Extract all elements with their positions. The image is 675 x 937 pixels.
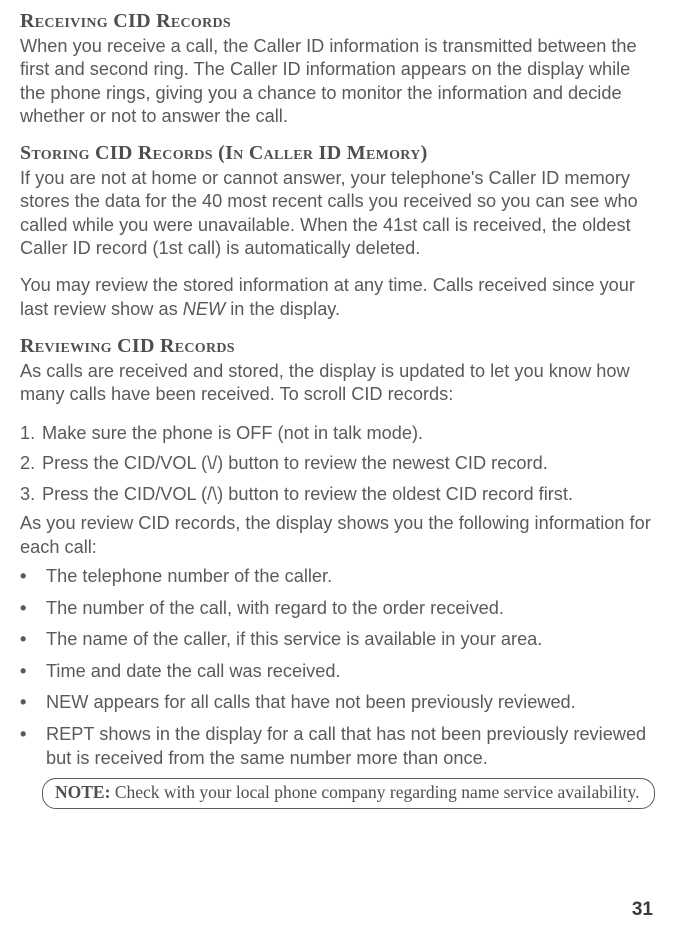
list-text: The telephone number of the caller. xyxy=(46,565,332,589)
para-reviewing-1: As calls are received and stored, the di… xyxy=(20,360,655,407)
list-item: • Time and date the call was received. xyxy=(20,660,655,684)
list-text: The name of the caller, if this service … xyxy=(46,628,542,652)
heading-storing: Storing CID Records (In Caller ID Memory… xyxy=(20,142,655,165)
heading-reviewing: Reviewing CID Records xyxy=(20,335,655,358)
list-item: • The telephone number of the caller. xyxy=(20,565,655,589)
list-number: 1. xyxy=(20,421,42,446)
para-reviewing-2: As you review CID records, the display s… xyxy=(20,512,655,559)
note-box: NOTE: Check with your local phone compan… xyxy=(42,778,655,809)
heading-receiving: Receiving CID Records xyxy=(20,10,655,33)
para-storing-2b: in the display. xyxy=(225,299,340,319)
para-receiving-1: When you receive a call, the Caller ID i… xyxy=(20,35,655,128)
list-item: 3. Press the CID/VOL (/\) button to revi… xyxy=(20,482,655,507)
para-storing-1: If you are not at home or cannot answer,… xyxy=(20,167,655,260)
bullet-icon: • xyxy=(20,565,46,589)
bullet-icon: • xyxy=(20,628,46,652)
list-text: The number of the call, with regard to t… xyxy=(46,597,504,621)
list-text: Press the CID/VOL (/\) button to review … xyxy=(42,482,573,507)
bullet-icon: • xyxy=(20,723,46,770)
page-content: Receiving CID Records When you receive a… xyxy=(0,0,675,829)
list-number: 2. xyxy=(20,451,42,476)
note-label: NOTE: xyxy=(55,782,110,802)
list-text: REPT shows in the display for a call tha… xyxy=(46,723,655,770)
list-item: • REPT shows in the display for a call t… xyxy=(20,723,655,770)
page-number: 31 xyxy=(632,899,653,921)
list-number: 3. xyxy=(20,482,42,507)
note-text: Check with your local phone company rega… xyxy=(110,782,639,802)
list-text: Time and date the call was received. xyxy=(46,660,341,684)
para-storing-2: You may review the stored information at… xyxy=(20,274,655,321)
bullet-icon: • xyxy=(20,691,46,715)
list-text: Make sure the phone is OFF (not in talk … xyxy=(42,421,423,446)
para-storing-2-italic: NEW xyxy=(183,299,225,319)
list-item: 2. Press the CID/VOL (\/) button to revi… xyxy=(20,451,655,476)
list-text: NEW appears for all calls that have not … xyxy=(46,691,576,715)
ordered-list: 1. Make sure the phone is OFF (not in ta… xyxy=(20,421,655,507)
list-item: • The name of the caller, if this servic… xyxy=(20,628,655,652)
bullet-icon: • xyxy=(20,597,46,621)
list-text: Press the CID/VOL (\/) button to review … xyxy=(42,451,548,476)
bullet-list: • The telephone number of the caller. • … xyxy=(20,565,655,771)
list-item: 1. Make sure the phone is OFF (not in ta… xyxy=(20,421,655,446)
list-item: • NEW appears for all calls that have no… xyxy=(20,691,655,715)
list-item: • The number of the call, with regard to… xyxy=(20,597,655,621)
bullet-icon: • xyxy=(20,660,46,684)
